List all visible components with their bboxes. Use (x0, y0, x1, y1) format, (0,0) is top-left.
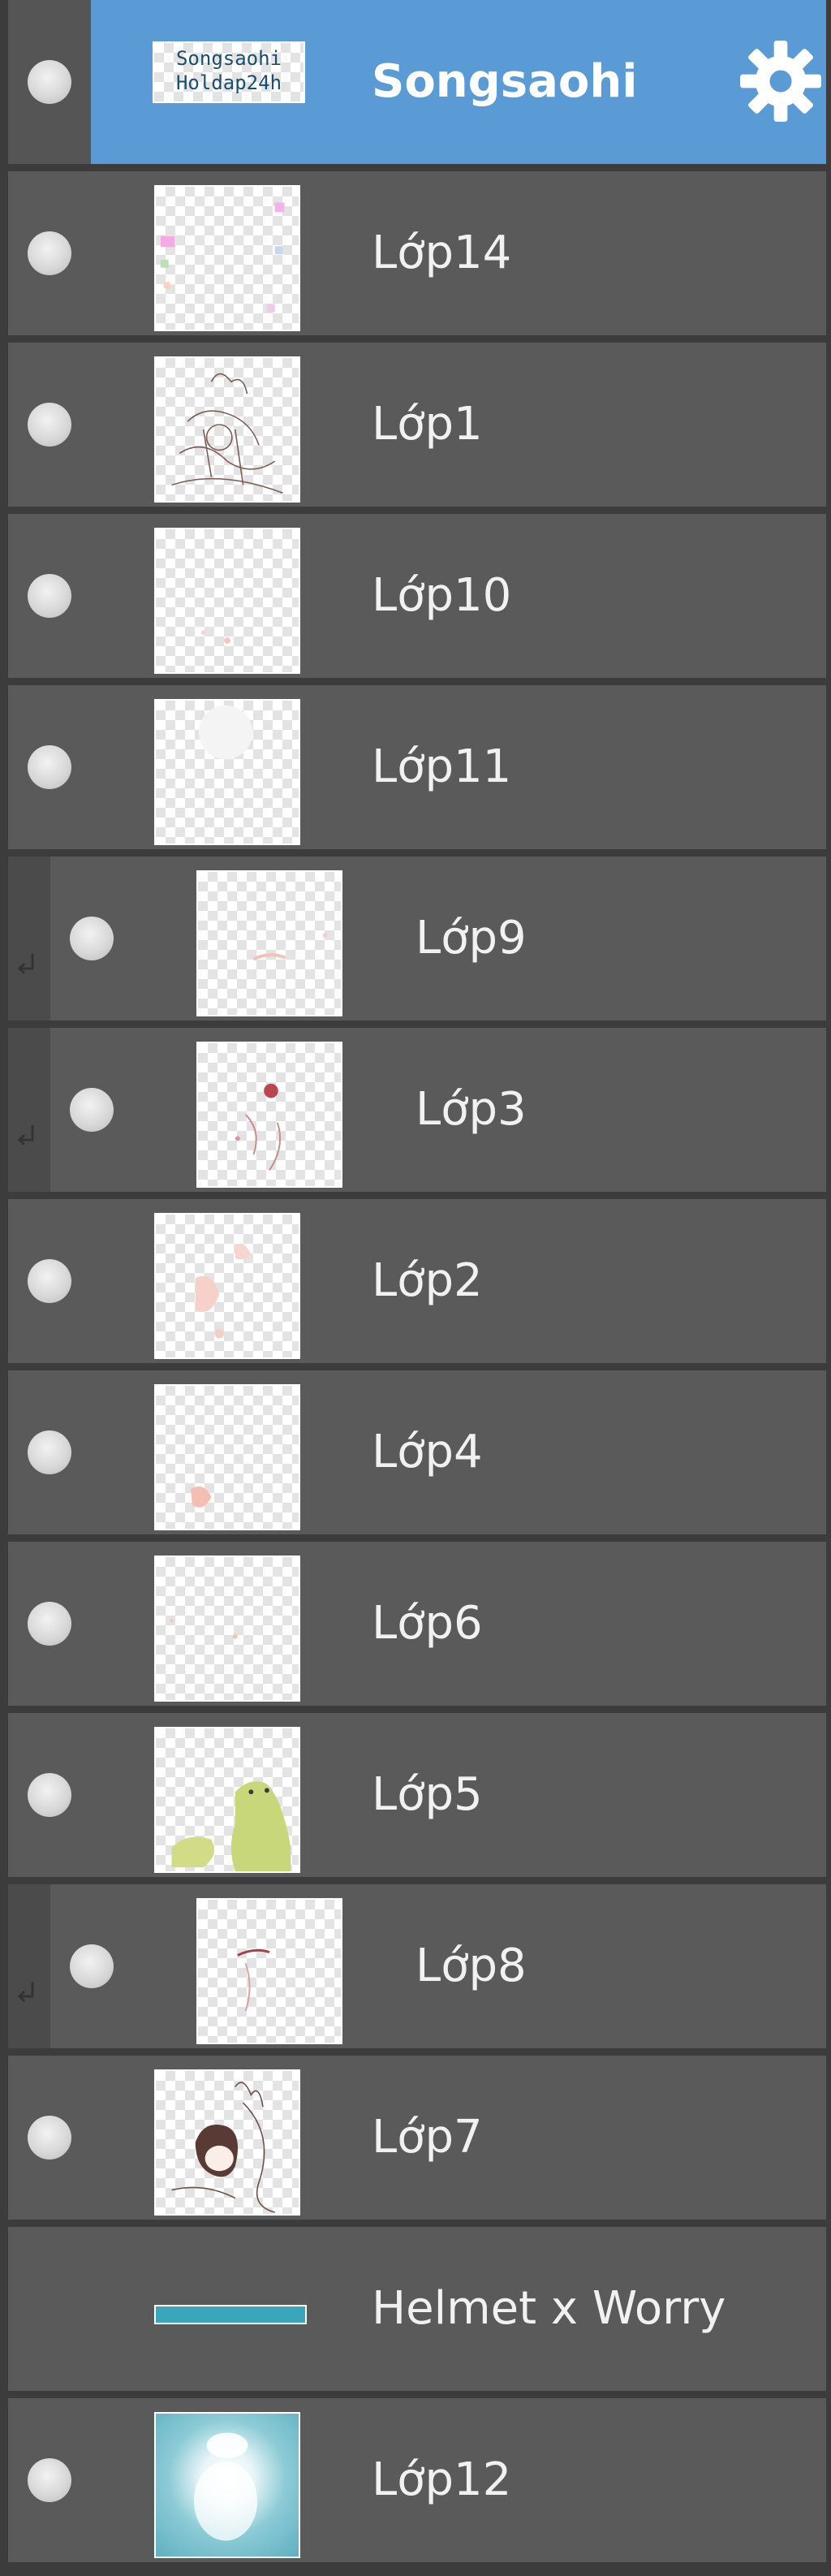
visibility-toggle-icon[interactable] (28, 1602, 71, 1646)
gear-icon[interactable] (738, 39, 823, 123)
visibility-toggle-icon[interactable] (70, 1944, 114, 1988)
layer-row[interactable]: Lớp6 (8, 1542, 826, 1706)
layer-thumbnail (154, 1727, 300, 1873)
layer-name: Helmet x Worry (372, 2282, 726, 2335)
layer-name: Lớp4 (372, 1426, 483, 1478)
clipping-indicator (8, 1028, 50, 1192)
layer-row[interactable]: Lớp5 (8, 1713, 826, 1877)
layer-thumbnail (154, 1384, 300, 1530)
clipping-indicator (8, 857, 50, 1020)
visibility-toggle-icon[interactable] (28, 745, 71, 789)
visibility-toggle-icon[interactable] (28, 231, 71, 275)
layer-row[interactable]: Lớp1 (8, 343, 826, 507)
visibility-toggle-icon[interactable] (70, 1088, 114, 1132)
clipping-indicator (8, 1884, 50, 2048)
layer-thumbnail (196, 1898, 342, 2044)
layer-name: Lớp9 (416, 912, 527, 964)
layer-row[interactable]: Lớp9 (50, 857, 826, 1020)
logo-text-line: Holdap24h (175, 72, 282, 93)
visibility-toggle-icon[interactable] (28, 2116, 71, 2160)
visibility-toggle-icon[interactable] (28, 1430, 71, 1474)
layer-row[interactable]: Lớp2 (8, 1199, 826, 1363)
layer-thumbnail (154, 2069, 300, 2216)
visibility-toggle-icon[interactable] (28, 403, 71, 447)
layer-name: Lớp10 (372, 569, 512, 622)
layer-name: Lớp14 (372, 227, 512, 279)
visibility-toggle-icon[interactable] (28, 1259, 71, 1303)
layer-thumbnail (154, 1213, 300, 1359)
layer-thumbnail (196, 1042, 342, 1188)
layer-name: Lớp5 (372, 1768, 483, 1821)
layer-name: Lớp11 (372, 740, 512, 793)
clip-arrow-icon (17, 954, 34, 975)
layer-name: Lớp3 (416, 1083, 527, 1136)
clip-arrow-icon (17, 1982, 34, 2003)
visibility-toggle-icon[interactable] (28, 1773, 71, 1817)
layer-row[interactable]: Lớp14 (8, 171, 826, 335)
visibility-toggle-icon[interactable] (28, 2458, 71, 2502)
layer-name: Lớp12 (372, 2453, 512, 2506)
visibility-toggle-icon[interactable] (28, 60, 71, 104)
folder-thumbnail (154, 2305, 307, 2324)
layer-row[interactable]: Lớp3 (50, 1028, 826, 1192)
layer-row[interactable]: Lớp8 (50, 1884, 826, 2048)
layer-thumbnail (154, 1556, 300, 1702)
layer-row[interactable]: Lớp4 (8, 1370, 826, 1534)
layer-name: Lớp1 (372, 398, 483, 451)
layer-row-songsaohi[interactable]: Songsaohi Holdap24h Songsaohi (91, 0, 826, 164)
layer-name: Lớp6 (372, 1597, 483, 1650)
layer-name: Songsaohi (372, 55, 638, 108)
clip-arrow-icon (17, 1125, 34, 1146)
layer-row[interactable]: Lớp11 (8, 685, 826, 849)
visibility-toggle-icon[interactable] (70, 917, 114, 960)
layer-row[interactable]: Lớp10 (8, 514, 826, 678)
layer-thumbnail (154, 185, 300, 331)
layer-row[interactable]: Lớp12 (8, 2398, 826, 2562)
layer-visibility-cell (8, 0, 91, 164)
logo-text-line: Songsaohi (175, 48, 282, 69)
layer-name: Lớp7 (372, 2111, 483, 2164)
layer-thumbnail (154, 528, 300, 674)
layer-row[interactable]: Lớp7 (8, 2056, 826, 2220)
layer-thumbnail (154, 2412, 300, 2558)
layer-name: Lớp8 (416, 1940, 527, 1992)
layer-thumbnail (196, 870, 342, 1016)
layer-thumbnail (154, 699, 300, 845)
layer-thumbnail: Songsaohi Holdap24h (153, 41, 305, 103)
layers-panel: Songsaohi Holdap24h Songsaohi Lớp14 Lớp1… (0, 0, 831, 2576)
visibility-toggle-icon[interactable] (28, 574, 71, 618)
layer-thumbnail (154, 356, 300, 503)
layer-name: Lớp2 (372, 1254, 483, 1307)
layer-row-folder[interactable]: Helmet x Worry (8, 2227, 826, 2391)
